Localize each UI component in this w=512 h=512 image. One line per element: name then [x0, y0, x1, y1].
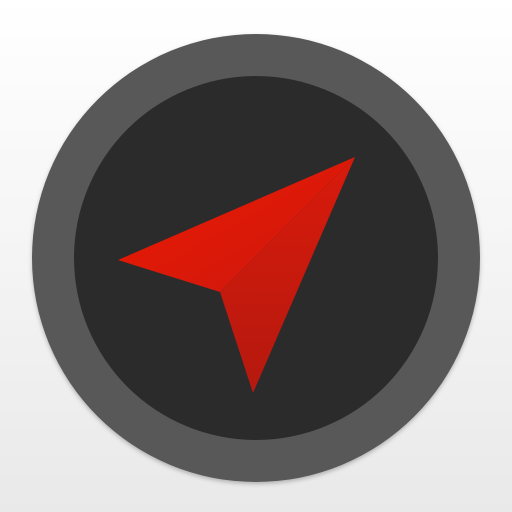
compass-icon-graphic: [32, 34, 480, 482]
app-icon[interactable]: [0, 0, 512, 512]
